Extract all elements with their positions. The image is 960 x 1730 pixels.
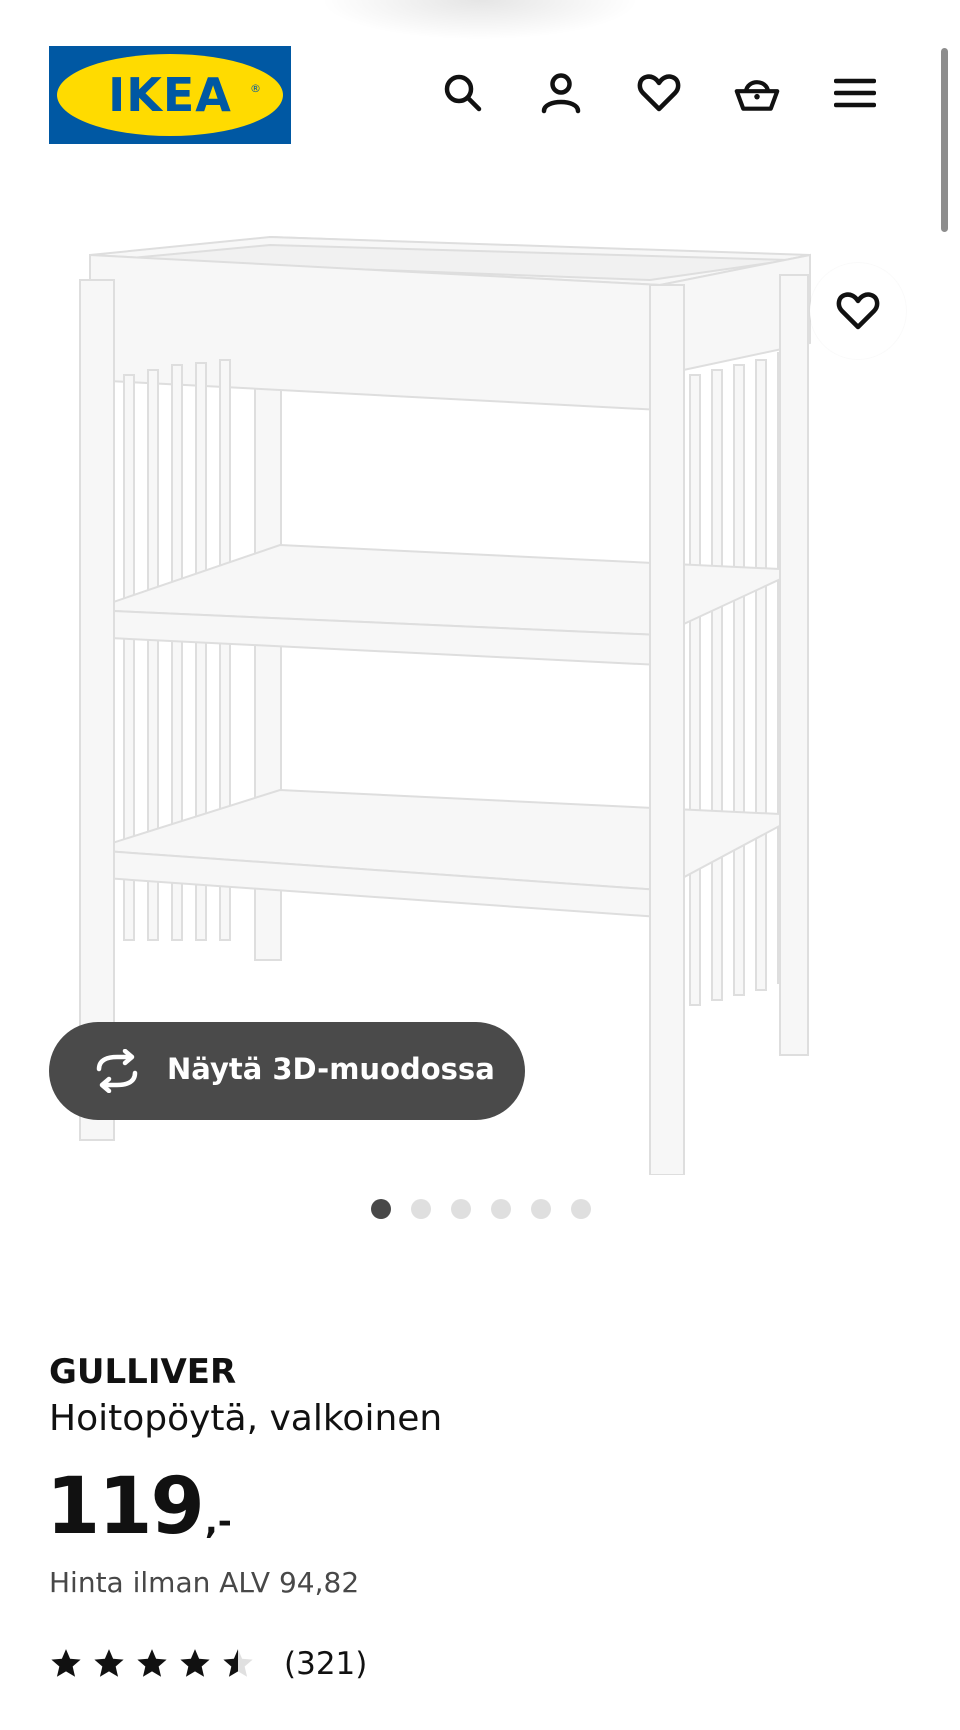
carousel-dot[interactable] — [571, 1199, 591, 1219]
favourites-button[interactable] — [636, 70, 682, 116]
price-suffix: ,- — [204, 1502, 232, 1542]
view-3d-label: Näytä 3D-muodossa — [167, 1052, 495, 1086]
carousel-dots — [371, 1199, 591, 1219]
product-description: Hoitopöytä, valkoinen — [49, 1398, 443, 1439]
star-full-icon — [137, 1649, 167, 1677]
star-half-icon — [223, 1649, 253, 1677]
review-count: (321) — [284, 1646, 368, 1682]
price-without-vat: Hinta ilman ALV 94,82 — [49, 1566, 360, 1599]
basket-button[interactable] — [734, 70, 780, 116]
price-integer: 119 — [46, 1462, 205, 1552]
basket-icon — [734, 80, 780, 111]
rotate-3d-icon — [96, 1049, 138, 1093]
menu-button[interactable] — [832, 70, 878, 116]
carousel-dot[interactable] — [491, 1199, 511, 1219]
add-to-favourites-button[interactable] — [810, 263, 906, 359]
product-name: GULLIVER — [49, 1352, 237, 1392]
header: IKEA ® — [0, 0, 960, 160]
star-full-icon — [180, 1649, 210, 1677]
view-3d-button[interactable]: Näytä 3D-muodossa — [49, 1022, 525, 1120]
star-full-icon — [94, 1649, 124, 1677]
heart-icon — [836, 292, 880, 330]
search-button[interactable] — [440, 70, 486, 116]
carousel-dot[interactable] — [531, 1199, 551, 1219]
star-full-icon — [51, 1649, 81, 1677]
menu-icon — [834, 78, 876, 108]
heart-icon — [637, 74, 681, 112]
logo-text: IKEA — [108, 68, 232, 122]
price: 119,- — [46, 1462, 232, 1552]
product-page: IKEA ® Näytä 3D-muodossa GULLIVER Hoitop… — [0, 0, 960, 1730]
user-icon — [541, 73, 581, 114]
scrollbar[interactable] — [941, 48, 948, 232]
carousel-dot[interactable] — [371, 1199, 391, 1219]
search-icon — [444, 74, 482, 112]
registered-mark: ® — [250, 82, 261, 95]
carousel-dot[interactable] — [411, 1199, 431, 1219]
ikea-logo[interactable]: IKEA ® — [49, 46, 291, 144]
account-button[interactable] — [538, 70, 584, 116]
carousel-dot[interactable] — [451, 1199, 471, 1219]
logo-oval: IKEA ® — [57, 54, 283, 136]
rating[interactable]: (321) — [49, 1644, 367, 1684]
